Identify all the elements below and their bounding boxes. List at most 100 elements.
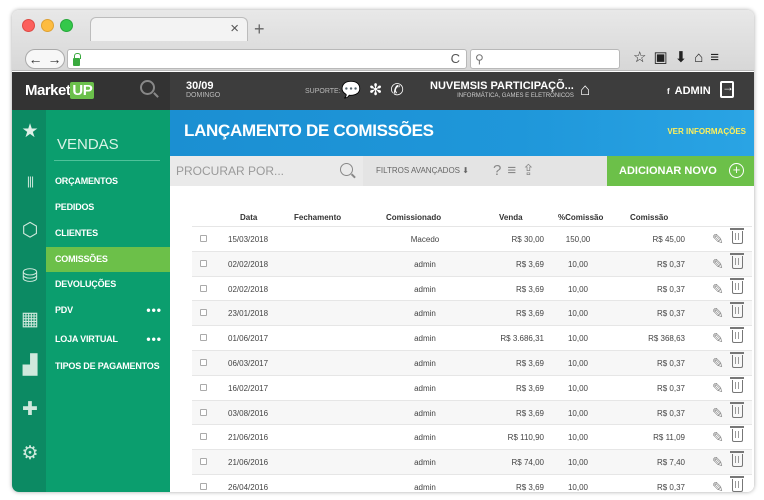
table-row[interactable]: 06/03/2017 admin R$ 3,69 10,00 R$ 0,37 ✎	[192, 350, 752, 375]
maximize-window-button[interactable]	[60, 19, 73, 32]
delete-trash-icon[interactable]	[730, 302, 744, 319]
company-selector[interactable]: NUVEMSIS PARTICIPAÇÕ... INFORMÁTICA, GAM…	[430, 81, 574, 101]
edit-pencil-icon[interactable]: ✎	[712, 256, 724, 273]
barcode-icon[interactable]: |||	[20, 174, 40, 188]
row-checkbox[interactable]	[200, 483, 207, 490]
favorites-icon[interactable]: ★	[20, 120, 40, 143]
row-checkbox[interactable]	[200, 259, 207, 267]
delete-trash-icon[interactable]	[730, 476, 744, 492]
browser-toolbar-icons[interactable]: ☆▣⬇⌂≡	[633, 48, 726, 66]
table-row[interactable]: 01/06/2017 admin R$ 3.686,31 10,00 R$ 368,63…	[192, 325, 752, 350]
delete-trash-icon[interactable]	[730, 277, 744, 294]
row-checkbox[interactable]	[200, 334, 207, 342]
row-checkbox[interactable]	[200, 408, 207, 416]
delete-trash-icon[interactable]	[730, 376, 744, 393]
table-row[interactable]: 02/02/2018 admin R$ 3,69 10,00 R$ 0,37 ✎	[192, 275, 752, 301]
home-icon[interactable]: ⌂	[580, 80, 590, 100]
edit-pencil-icon[interactable]: ✎	[712, 330, 724, 347]
edit-pencil-icon[interactable]: ✎	[712, 281, 724, 298]
close-tab-icon[interactable]: ×	[230, 20, 239, 37]
edit-pencil-icon[interactable]: ✎	[712, 479, 724, 492]
forward-button[interactable]: →	[45, 50, 64, 68]
row-checkbox[interactable]	[200, 284, 207, 292]
table-row[interactable]: 03/08/2016 admin R$ 3,69 10,00 R$ 0,37 ✎	[192, 399, 752, 425]
calculator-icon[interactable]: ▦	[20, 308, 40, 331]
delete-trash-icon[interactable]	[730, 327, 744, 344]
cell-comissao: R$ 0,37	[656, 483, 685, 492]
row-checkbox[interactable]	[200, 458, 207, 466]
add-new-button[interactable]: ADICIONAR NOVO +	[607, 156, 754, 186]
edit-pencil-icon[interactable]: ✎	[712, 429, 724, 446]
sidebar-item-comissoes[interactable]: COMISSÕES	[46, 247, 170, 272]
back-button[interactable]: ←	[26, 50, 45, 68]
table-row[interactable]: 02/02/2018 admin R$ 3,69 10,00 R$ 0,37 ✎	[192, 250, 752, 276]
table-row[interactable]: 23/01/2018 admin R$ 3,69 10,00 R$ 0,37 ✎	[192, 300, 752, 326]
plugins-puzzle-icon[interactable]: ✚	[20, 398, 40, 421]
more-info-link[interactable]: VER INFORMAÇÕES	[667, 127, 746, 136]
sidebar-item-loja-virtual[interactable]: LOJA VIRTUAL •••	[46, 327, 170, 352]
cell-pct: 10,00	[567, 458, 589, 468]
sidebar-item-pedidos[interactable]: PEDIDOS	[46, 195, 170, 220]
delete-trash-icon[interactable]	[730, 252, 744, 269]
row-checkbox[interactable]	[200, 383, 207, 391]
sidebar-item-pdv[interactable]: PDV •••	[46, 298, 170, 323]
table-row[interactable]: 26/04/2016 admin R$ 3,69 10,00 R$ 0,37 ✎	[192, 474, 752, 492]
basket-icon[interactable]: ⛁	[20, 265, 40, 288]
table-row[interactable]: 21/06/2016 admin R$ 74,00 10,00 R$ 7,40 ✎	[192, 449, 752, 474]
main-content: LANÇAMENTO DE COMISSÕES VER INFORMAÇÕES …	[170, 110, 754, 492]
cell-venda: R$ 30,00	[511, 235, 544, 244]
reload-icon[interactable]: C	[451, 51, 460, 66]
column-header-percentual[interactable]: %Comissão	[558, 213, 603, 222]
column-header-comissao[interactable]: Comissão	[630, 213, 668, 222]
more-options-icon[interactable]: •••	[146, 298, 162, 323]
edit-pencil-icon[interactable]: ✎	[712, 380, 724, 397]
delete-trash-icon[interactable]	[730, 228, 744, 244]
delete-trash-icon[interactable]	[730, 426, 744, 443]
sidebar-item-devolucoes[interactable]: DEVOLUÇÕES	[46, 272, 170, 297]
support-icons[interactable]: 💬✻✆	[341, 80, 412, 100]
search-icon[interactable]	[340, 163, 353, 176]
reports-chart-icon[interactable]: ▟	[20, 354, 40, 377]
row-checkbox[interactable]	[200, 235, 207, 242]
table-row[interactable]: 15/03/2018 Macedo R$ 30,00 150,00 R$ 45,00 ✎	[192, 226, 752, 251]
delete-trash-icon[interactable]	[730, 451, 744, 468]
sidebar-item-label: CLIENTES	[55, 228, 98, 238]
edit-pencil-icon[interactable]: ✎	[712, 231, 724, 248]
logout-icon[interactable]	[720, 80, 734, 98]
row-checkbox[interactable]	[200, 433, 207, 441]
sidebar-item-clientes[interactable]: CLIENTES	[46, 221, 170, 246]
column-header-data[interactable]: Data	[240, 213, 257, 222]
user-menu[interactable]: f ADMIN	[667, 85, 711, 97]
table-row[interactable]: 21/06/2016 admin R$ 110,90 10,00 R$ 11,09 ✎	[192, 424, 752, 449]
advanced-filters-button[interactable]: FILTROS AVANÇADOS ⬇	[376, 166, 469, 175]
sidebar-item-orcamentos[interactable]: ORÇAMENTOS	[46, 169, 170, 194]
address-bar[interactable]: C	[67, 49, 467, 69]
row-checkbox[interactable]	[200, 359, 207, 366]
close-window-button[interactable]	[22, 19, 35, 32]
table-row[interactable]: 16/02/2017 admin R$ 3,69 10,00 R$ 0,37 ✎	[192, 374, 752, 400]
column-header-venda[interactable]: Venda	[499, 213, 523, 222]
cell-comissao: R$ 0,37	[656, 359, 685, 368]
edit-pencil-icon[interactable]: ✎	[712, 355, 724, 372]
delete-trash-icon[interactable]	[730, 352, 744, 368]
cell-pct: 10,00	[567, 408, 589, 418]
new-tab-button[interactable]: +	[254, 19, 265, 40]
minimize-window-button[interactable]	[41, 19, 54, 32]
more-options-icon[interactable]: •••	[146, 327, 162, 352]
settings-gear-icon[interactable]: ⚙	[20, 442, 40, 465]
search-icon[interactable]	[140, 80, 155, 95]
search-input[interactable]: PROCURAR POR...	[170, 156, 363, 186]
help-list-export-icons[interactable]: ?≡⇪	[493, 161, 541, 179]
column-header-comissionado[interactable]: Comissionado	[386, 213, 441, 222]
edit-pencil-icon[interactable]: ✎	[712, 305, 724, 322]
browser-tab[interactable]: ×	[90, 17, 248, 41]
edit-pencil-icon[interactable]: ✎	[712, 405, 724, 422]
sales-tag-icon[interactable]: ⬡	[20, 219, 40, 242]
browser-search-input[interactable]: ⚲	[470, 49, 620, 69]
sidebar-item-tipos-pagamentos[interactable]: TIPOS DE PAGAMENTOS	[46, 354, 170, 379]
delete-trash-icon[interactable]	[730, 401, 744, 418]
edit-pencil-icon[interactable]: ✎	[712, 454, 724, 471]
row-checkbox[interactable]	[200, 309, 207, 317]
column-header-fechamento[interactable]: Fechamento	[294, 213, 341, 222]
logo[interactable]: Market UP	[25, 82, 95, 99]
